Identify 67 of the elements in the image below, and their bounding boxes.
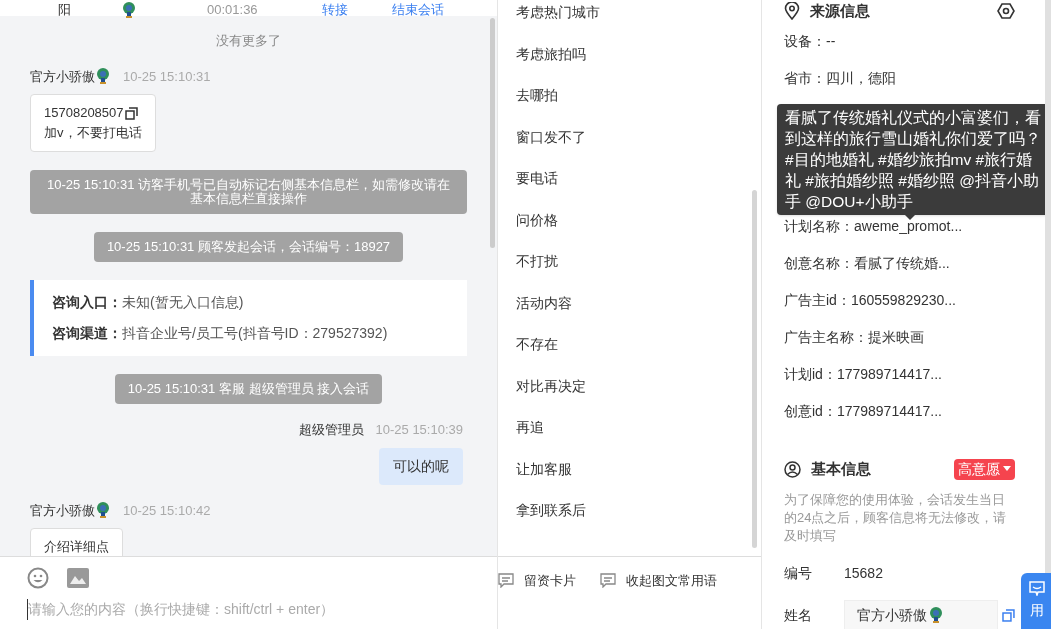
system-notice: 10-25 15:10:31 访客手机号已自动标记右侧基本信息栏，如需修改请在基本信息栏直接操作 [30, 170, 467, 214]
section-title: 基本信息 [811, 458, 871, 479]
phrase-item[interactable]: 让加客服 [498, 448, 761, 490]
field-value: 15682 [844, 563, 883, 583]
message-bubble: 15708208507 加v，不要打电话 [30, 94, 156, 152]
phrase-item[interactable]: 问价格 [498, 199, 761, 241]
phrase-item[interactable]: 对比再决定 [498, 365, 761, 407]
message-time: 10-25 15:10:42 [123, 501, 211, 520]
phrase-item[interactable]: 考虑热门城市 [498, 0, 761, 34]
source-info-row: 设备：-- [784, 33, 836, 50]
chat-icon [1029, 581, 1045, 596]
peacock-emoji-icon [927, 607, 944, 623]
location-pin-icon [784, 2, 800, 20]
sender-name: 官方小骄傲 [30, 500, 111, 520]
name-field[interactable]: 官方小骄傲 [843, 600, 999, 629]
settings-icon[interactable] [997, 2, 1015, 20]
tooltip-arrow [905, 215, 915, 220]
sender-name: 官方小骄傲 [30, 66, 111, 86]
visitor-name: 阳 [58, 3, 71, 17]
system-notice: 10-25 15:10:31 客服 超级管理员 接入会话 [114, 374, 383, 404]
field-label: 编号 [784, 563, 813, 583]
end-session-link[interactable]: 结束会话 [391, 3, 444, 17]
message-input[interactable]: 请输入您的内容（换行快捷键：shift/ctrl + enter） [27, 599, 470, 620]
message-icon [498, 573, 514, 589]
source-info-row: 广告主名称：提米映画 [784, 329, 924, 346]
intent-dropdown[interactable]: 高意愿 [954, 458, 1015, 480]
phrase-item[interactable]: 不打扰 [498, 241, 761, 283]
session-duration: 00:01:36 [207, 3, 258, 17]
emoji-icon[interactable] [27, 567, 49, 589]
source-info-row: 创意名称：看腻了传统婚... [784, 255, 950, 272]
sender-name: 超级管理员 [298, 421, 364, 439]
message-bubble: 介绍详细点 [30, 528, 123, 556]
phrase-item[interactable]: 活动内容 [498, 282, 761, 324]
notice-text: 为了保障您的使用体验，会话发生当日的24点之后，顾客信息将无法修改，请及时填写 [784, 491, 1008, 545]
copy-icon[interactable] [124, 106, 138, 120]
phrase-item[interactable]: 要电话 [498, 158, 761, 200]
floating-chat-button[interactable]: 用 [1021, 573, 1051, 629]
phrase-item[interactable]: 再追 [498, 407, 761, 449]
user-icon [784, 460, 801, 478]
phrase-action-button[interactable]: 收起图文常用语 [600, 571, 717, 591]
image-icon[interactable] [67, 568, 89, 588]
system-notice: 10-25 15:10:31 顾客发起会话，会话编号：18927 [93, 232, 404, 262]
no-more-text: 没有更多了 [215, 32, 282, 50]
peacock-emoji-icon [121, 2, 137, 18]
phrase-item[interactable]: 拿到联系后 [498, 490, 761, 532]
message-time: 10-25 15:10:39 [375, 421, 463, 439]
info-row-text: 咨询入口：未知(暂无入口信息) [52, 293, 245, 312]
phrase-action-button[interactable]: 留资卡片 [498, 571, 576, 591]
message-bubble: 可以的呢 [379, 447, 463, 485]
source-info-row: 广告主id：160559829230... [784, 292, 956, 309]
peacock-emoji-icon [95, 68, 111, 85]
transfer-link[interactable]: 转接 [321, 3, 348, 17]
source-info-row: 创意id：177989714417... [784, 403, 942, 420]
source-info-row: 省市：四川，德阳 [784, 70, 896, 87]
phrase-item[interactable]: 考虑旅拍吗 [498, 33, 761, 75]
message-time: 10-25 15:10:31 [123, 67, 211, 86]
message-icon [600, 573, 616, 589]
phrase-item[interactable]: 去哪拍 [498, 75, 761, 117]
source-info-row: 计划id：177989714417... [784, 366, 942, 383]
phrase-item[interactable]: 不存在 [498, 324, 761, 366]
caret-icon [1003, 466, 1011, 472]
peacock-emoji-icon [95, 502, 111, 519]
source-info-row: 计划名称：aweme_promot... [784, 218, 963, 235]
info-row-text: 咨询渠道：抖音企业号/员工号(抖音号ID：279527392) [52, 324, 389, 343]
phrase-item[interactable]: 窗口发不了 [498, 116, 761, 158]
section-title: 来源信息 [810, 0, 870, 21]
field-label: 姓名 [784, 605, 813, 625]
